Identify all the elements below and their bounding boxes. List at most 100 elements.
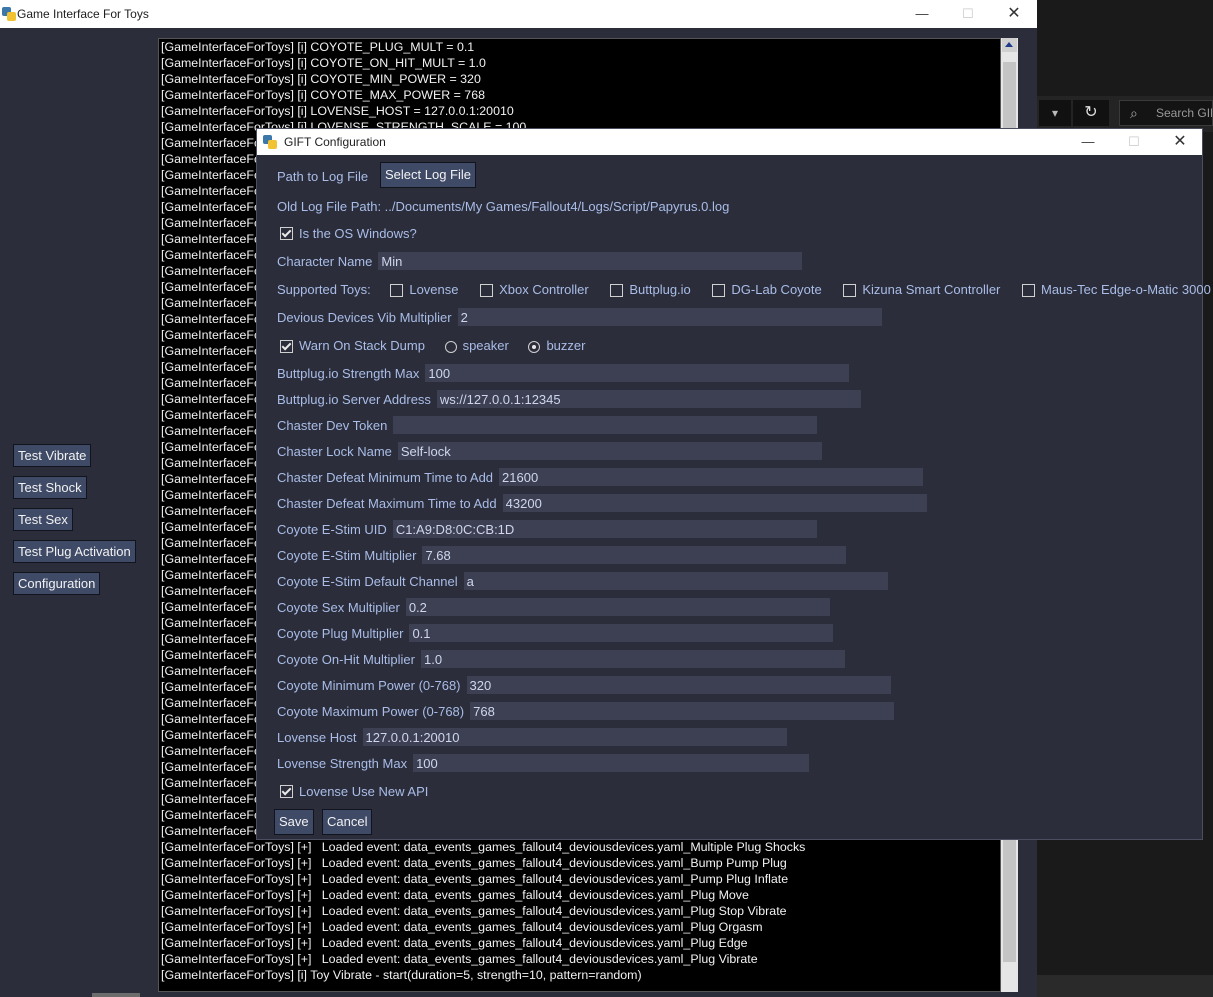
coyote-uid-label: Coyote E-Stim UID — [277, 521, 387, 537]
coyote-hit-row: Coyote On-Hit Multiplier — [277, 650, 845, 668]
warn-stack-label: Warn On Stack Dump — [299, 338, 425, 354]
toy-edge-o-matic[interactable]: Maus-Tec Edge-o-Matic 3000 — [1022, 282, 1211, 298]
coyote-plug-field[interactable] — [409, 624, 834, 642]
coyote-mult-label: Coyote E-Stim Multiplier — [277, 547, 417, 563]
coyote-maxp-field[interactable] — [470, 702, 895, 720]
background-status-strip — [1037, 975, 1213, 997]
dd-vib-field[interactable] — [457, 308, 882, 326]
chaster-max-row: Chaster Defeat Maximum Time to Add — [277, 494, 927, 512]
chaster-min-row: Chaster Defeat Minimum Time to Add — [277, 468, 924, 486]
toy-xbox-checkbox[interactable] — [480, 284, 494, 298]
is-windows-row[interactable]: Is the OS Windows? — [280, 225, 417, 241]
toy-lovense-label: Lovense — [409, 282, 459, 298]
lovense-api-row[interactable]: Lovense Use New API — [280, 783, 428, 799]
coyote-minp-field[interactable] — [466, 676, 891, 694]
toy-lovense[interactable]: Lovense — [390, 282, 459, 298]
dd-vib-row: Devious Devices Vib Multiplier — [277, 308, 882, 326]
coyote-plug-label: Coyote Plug Multiplier — [277, 625, 404, 641]
lovense-api-checkbox[interactable] — [280, 785, 293, 799]
scroll-up-icon[interactable] — [1002, 38, 1017, 52]
bp-strength-field[interactable] — [425, 364, 850, 382]
log-line: [GameInterfaceForToys] [+] Loaded event:… — [161, 856, 787, 870]
log-line: [GameInterfaceForToys] [+] Loaded event:… — [161, 904, 787, 918]
toy-buttplug-checkbox[interactable] — [610, 284, 624, 298]
coyote-hit-field[interactable] — [421, 650, 845, 668]
maximize-icon[interactable]: ☐ — [945, 0, 991, 28]
character-name-label: Character Name — [277, 253, 373, 269]
toy-kizuna[interactable]: Kizuna Smart Controller — [843, 282, 1000, 298]
lovense-host-field[interactable] — [362, 728, 787, 746]
toy-coyote-checkbox[interactable] — [712, 284, 726, 298]
speaker-option[interactable]: speaker — [444, 338, 509, 354]
chaster-lock-label: Chaster Lock Name — [277, 443, 392, 459]
minimize-icon[interactable]: — — [1065, 129, 1111, 155]
bp-strength-row: Buttplug.io Strength Max — [277, 364, 850, 382]
coyote-mult-field[interactable] — [422, 546, 847, 564]
buzzer-radio[interactable] — [528, 340, 541, 353]
main-window-title: Game Interface For Toys — [17, 7, 149, 21]
config-titlebar: GIFT Configuration — ☐ ✕ — [257, 129, 1202, 155]
dd-vib-label: Devious Devices Vib Multiplier — [277, 309, 452, 325]
coyote-plug-row: Coyote Plug Multiplier — [277, 624, 834, 642]
test-shock-button[interactable]: Test Shock — [13, 476, 87, 499]
toy-xbox[interactable]: Xbox Controller — [480, 282, 589, 298]
speaker-radio[interactable] — [444, 340, 457, 353]
toy-buttplug[interactable]: Buttplug.io — [610, 282, 691, 298]
chaster-min-field[interactable] — [499, 468, 924, 486]
toy-edge-o-matic-checkbox[interactable] — [1022, 284, 1035, 298]
buzzer-option[interactable]: buzzer — [528, 338, 585, 353]
coyote-channel-field[interactable] — [463, 572, 888, 590]
chaster-lock-field[interactable] — [397, 442, 822, 460]
coyote-mult-row: Coyote E-Stim Multiplier — [277, 546, 847, 564]
configuration-button[interactable]: Configuration — [13, 572, 101, 595]
save-button[interactable]: Save — [274, 809, 314, 835]
log-line: [GameInterfaceForToys] [+] Loaded event:… — [161, 936, 748, 950]
warn-stack-option[interactable]: Warn On Stack Dump — [280, 338, 425, 354]
horizontal-scroll-thumb[interactable] — [92, 993, 140, 997]
maximize-icon[interactable]: ☐ — [1111, 129, 1157, 155]
lovense-strength-field[interactable] — [413, 754, 810, 772]
refresh-icon[interactable]: ↻ — [1073, 100, 1109, 126]
is-windows-checkbox[interactable] — [280, 227, 293, 241]
warn-stack-row: Warn On Stack Dump speaker buzzer — [280, 337, 585, 354]
log-line: [GameInterfaceForToys] [i] Toy Vibrate -… — [161, 968, 642, 982]
chaster-max-field[interactable] — [502, 494, 927, 512]
lovense-host-row: Lovense Host — [277, 728, 787, 746]
config-title: GIFT Configuration — [284, 135, 386, 149]
search-input[interactable]: ⌕ Search GIFT — [1119, 100, 1213, 126]
character-name-row: Character Name — [277, 252, 803, 270]
log-line: [GameInterfaceForToys] [+] Loaded event:… — [161, 872, 789, 886]
is-windows-label: Is the OS Windows? — [299, 226, 417, 242]
chaster-token-field[interactable] — [393, 416, 818, 434]
coyote-sex-field[interactable] — [405, 598, 830, 616]
test-sex-button[interactable]: Test Sex — [13, 508, 73, 531]
bp-server-field[interactable] — [436, 390, 861, 408]
path-row: Path to Log File — [277, 168, 368, 184]
close-icon[interactable]: ✕ — [1157, 129, 1203, 155]
lovense-host-label: Lovense Host — [277, 729, 357, 745]
cancel-button[interactable]: Cancel — [322, 809, 373, 835]
toy-kizuna-checkbox[interactable] — [843, 284, 857, 298]
coyote-uid-field[interactable] — [392, 520, 817, 538]
toy-lovense-checkbox[interactable] — [390, 284, 404, 298]
character-name-field[interactable] — [378, 252, 803, 270]
minimize-icon[interactable]: — — [899, 0, 945, 28]
toy-coyote-label: DG-Lab Coyote — [731, 282, 822, 298]
speaker-label: speaker — [462, 338, 509, 354]
coyote-maxp-row: Coyote Maximum Power (0-768) — [277, 702, 895, 720]
buzzer-label: buzzer — [546, 338, 586, 354]
chaster-token-row: Chaster Dev Token — [277, 416, 818, 434]
log-line: [GameInterfaceForToys] [i] COYOTE_ON_HIT… — [161, 56, 486, 70]
warn-stack-checkbox[interactable] — [280, 340, 293, 354]
coyote-channel-label: Coyote E-Stim Default Channel — [277, 573, 458, 589]
chevron-down-icon[interactable]: ▾ — [1039, 100, 1071, 126]
test-plug-activation-button[interactable]: Test Plug Activation — [13, 540, 136, 563]
coyote-sex-label: Coyote Sex Multiplier — [277, 599, 400, 615]
test-vibrate-button[interactable]: Test Vibrate — [13, 444, 92, 467]
bp-server-label: Buttplug.io Server Address — [277, 391, 431, 407]
toy-buttplug-label: Buttplug.io — [629, 282, 691, 298]
select-log-file-button[interactable]: Select Log File — [380, 162, 476, 188]
toy-coyote[interactable]: DG-Lab Coyote — [712, 282, 822, 298]
toy-xbox-label: Xbox Controller — [499, 282, 589, 298]
close-icon[interactable]: ✕ — [991, 0, 1037, 28]
